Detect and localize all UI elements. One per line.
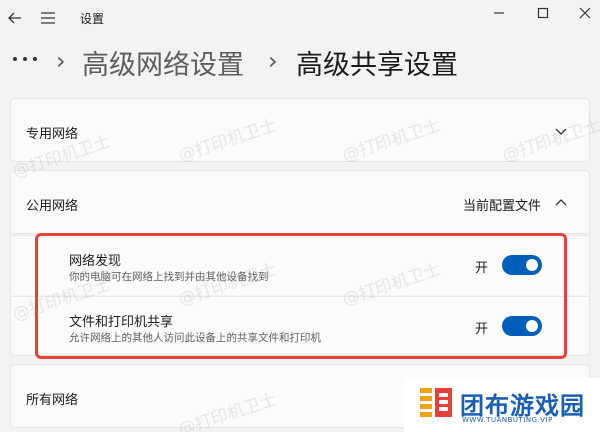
setting-title: 网络发现: [69, 254, 122, 269]
setting-row-file-printer-sharing: 文件和打印机共享 允许网络上的其他人访问此设备上的共享文件和打印机 开: [10, 296, 590, 356]
toggle-knob: [526, 259, 538, 271]
setting-description: 你的电脑可在网络上找到并由其他设备找到: [69, 271, 269, 283]
breadcrumb-separator-icon: ›: [56, 47, 66, 75]
logo-mark-icon: [420, 388, 452, 417]
chevron-down-icon[interactable]: [554, 124, 568, 138]
minimize-icon[interactable]: [490, 4, 508, 22]
setting-row-network-discovery: 网络发现 你的电脑可在网络上找到并由其他设备找到 开: [10, 235, 590, 295]
window-title: 设置: [80, 12, 105, 26]
section-label: 公用网络: [26, 199, 79, 214]
title-bar: 设置: [0, 0, 600, 34]
breadcrumb-item-advanced-network[interactable]: 高级网络设置: [82, 43, 244, 82]
back-arrow-icon[interactable]: [6, 9, 24, 27]
current-profile-badge: 当前配置文件: [462, 199, 541, 214]
maximize-icon[interactable]: [534, 4, 552, 22]
site-logo: 团布游戏园 WWW.TUANBUTING.VIP: [404, 378, 600, 432]
page-title: 高级共享设置: [296, 50, 458, 81]
logo-url: WWW.TUANBUTING.VIP: [462, 416, 553, 424]
toggle-knob: [526, 320, 538, 332]
toggle-state-label: 开: [475, 261, 489, 276]
close-icon[interactable]: [576, 4, 594, 22]
more-options-icon[interactable]: [12, 56, 40, 62]
toggle-state-label: 开: [475, 322, 489, 337]
hamburger-menu-icon[interactable]: [40, 11, 56, 25]
section-private-network[interactable]: 专用网络: [10, 98, 590, 162]
section-label: 专用网络: [26, 127, 79, 142]
setting-description: 允许网络上的其他人访问此设备上的共享文件和打印机: [69, 332, 321, 344]
section-public-network[interactable]: 公用网络 当前配置文件: [10, 170, 590, 234]
chevron-up-icon[interactable]: [554, 196, 568, 210]
section-label: 所有网络: [26, 393, 79, 408]
setting-title: 文件和打印机共享: [69, 315, 174, 330]
file-printer-sharing-toggle[interactable]: [502, 316, 542, 336]
network-discovery-toggle[interactable]: [502, 255, 542, 275]
breadcrumb-separator-icon: ›: [268, 47, 278, 75]
